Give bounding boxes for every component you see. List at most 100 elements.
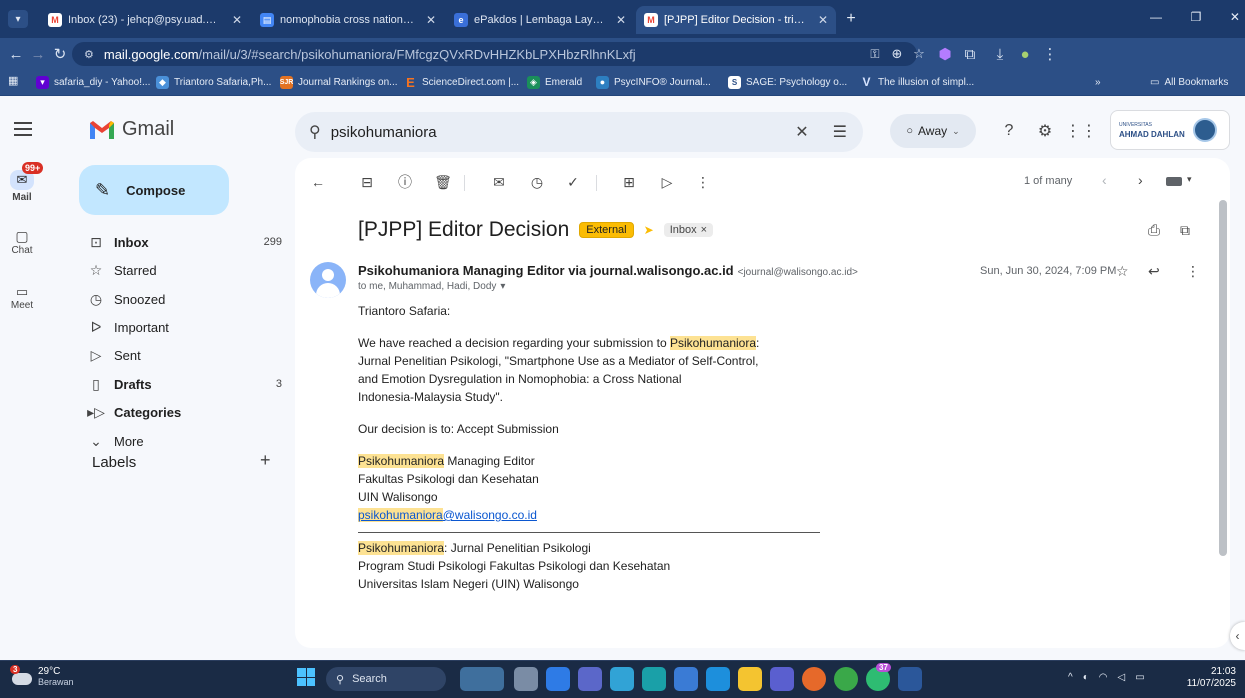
chrome-canary-icon[interactable] [802, 667, 826, 691]
back-to-search-icon[interactable]: ← [307, 171, 329, 193]
status-button[interactable]: ○ Away ⌄ [890, 114, 976, 148]
tab-search-button[interactable]: ▾ [8, 10, 28, 28]
clock[interactable]: 21:03 11/07/2025 [1178, 666, 1236, 690]
tab-close-icon[interactable]: ✕ [232, 13, 242, 27]
reply-icon[interactable]: ↩ [1148, 263, 1160, 280]
widgets-icon[interactable] [460, 667, 504, 691]
tab-editor-decision[interactable]: M [PJPP] Editor Decision - trianto ✕ [636, 6, 836, 34]
tab-close-icon[interactable]: ✕ [616, 13, 626, 27]
gmail-logo[interactable]: Gmail [88, 118, 174, 141]
clear-search-icon[interactable]: ✕ [795, 122, 808, 142]
tab-close-icon[interactable]: ✕ [426, 13, 436, 27]
new-tab-button[interactable]: + [842, 10, 860, 28]
back-icon[interactable]: ← [6, 44, 26, 64]
tray-app-icon[interactable]: ◐ [1083, 672, 1089, 683]
bookmark-sciencedirect[interactable]: E ScienceDirect.com |... [404, 73, 519, 91]
battery-icon[interactable]: ▭ [1135, 672, 1144, 683]
important-marker-icon[interactable]: ➤ [644, 223, 654, 237]
apps-grid-icon[interactable]: ▦ [8, 74, 18, 87]
star-icon[interactable]: ☆ [1116, 263, 1129, 280]
chrome-icon[interactable]: 37 [866, 663, 891, 691]
rail-mail[interactable]: ✉ 99+ Mail [0, 162, 44, 203]
weather-widget[interactable]: 3 29°C Berawan [10, 665, 74, 688]
minimize-icon[interactable]: — [1150, 10, 1162, 28]
delete-icon[interactable]: 🗑 [432, 171, 454, 193]
main-menu-icon[interactable] [12, 118, 34, 140]
word-icon[interactable] [898, 667, 922, 691]
nav-drafts[interactable]: ▯ Drafts 3 [78, 370, 288, 398]
wifi-icon[interactable]: ◠ [1099, 672, 1108, 683]
avatar[interactable] [1192, 118, 1217, 142]
viber-icon[interactable] [770, 667, 794, 691]
profile-icon[interactable]: ● [1015, 44, 1035, 64]
bookmark-star-icon[interactable]: ☆ [909, 44, 929, 64]
bookmarks-overflow-icon[interactable]: » [1095, 73, 1101, 91]
tab-nomophobia[interactable]: ▤ nomophobia cross national stu ✕ [252, 6, 444, 34]
nav-sent[interactable]: ▷ Sent [78, 341, 288, 369]
address-bar[interactable]: ⚙ mail.google.com/mail/u/3/#search/psiko… [72, 42, 917, 66]
rail-meet[interactable]: ▭ Meet [0, 284, 44, 311]
restore-icon[interactable]: ❐ [1191, 10, 1202, 28]
signature-email-link[interactable]: psikohumaniora@walisongo.co.id [358, 508, 537, 522]
open-new-window-icon[interactable]: ⧉ [1180, 222, 1190, 239]
extension-icon[interactable]: ⬢ [935, 44, 955, 64]
nav-more[interactable]: ⌄ More [78, 427, 288, 455]
sender-avatar[interactable] [310, 262, 346, 298]
help-icon[interactable]: ? [996, 118, 1022, 144]
recipients-line[interactable]: to me, Muhammad, Hadi, Dody ▾ [358, 281, 505, 292]
more-options-icon[interactable]: ⋮ [1186, 263, 1200, 280]
chrome-dev-icon[interactable] [834, 667, 858, 691]
close-window-icon[interactable]: ✕ [1230, 10, 1240, 28]
mark-unread-icon[interactable]: ✉ [488, 171, 510, 193]
print-icon[interactable]: ⎙ [1148, 222, 1160, 239]
search-input[interactable]: psikohumaniora [331, 124, 786, 141]
download-icon[interactable]: ⤓ [990, 44, 1010, 64]
nav-categories[interactable]: ▸▷ Categories [78, 398, 288, 426]
reload-icon[interactable]: ↻ [50, 44, 70, 64]
input-tools-icon[interactable] [1166, 177, 1182, 186]
chevron-down-icon[interactable]: ▾ [1187, 174, 1192, 185]
teams-icon[interactable] [578, 667, 602, 691]
copilot-icon[interactable] [546, 667, 570, 691]
newer-icon[interactable]: ‹ [1102, 172, 1107, 188]
add-to-tasks-icon[interactable]: ✓ [562, 171, 584, 193]
bookmark-sage[interactable]: S SAGE: Psychology o... [728, 73, 847, 91]
store-icon[interactable] [674, 667, 698, 691]
password-key-icon[interactable]: ⚿ [865, 44, 885, 64]
site-info-icon[interactable]: ⚙ [84, 48, 94, 61]
rail-chat[interactable]: ▢ Chat [0, 228, 44, 256]
snooze-icon[interactable]: ◷ [526, 171, 548, 193]
bookmark-emerald[interactable]: ◈ Emerald [527, 73, 582, 91]
bookmark-psycinfo[interactable]: ● PsycINFO® Journal... [596, 73, 711, 91]
report-spam-icon[interactable]: ⓘ [394, 171, 416, 193]
nav-important[interactable]: ᐅ Important [78, 313, 288, 341]
tab-epakdos[interactable]: e ePakdos | Lembaga Layanan Pe ✕ [446, 6, 634, 34]
nav-inbox[interactable]: ⊡ Inbox 299 [78, 228, 288, 256]
tab-close-icon[interactable]: ✕ [818, 13, 828, 27]
search-bar[interactable]: ⚲ psikohumaniora ✕ ☰ [295, 112, 863, 152]
settings-gear-icon[interactable]: ⚙ [1032, 118, 1058, 144]
edge-icon[interactable] [642, 667, 666, 691]
bookmark-yahoo[interactable]: ▾ safaria_diy - Yahoo!... [36, 73, 150, 91]
compose-button[interactable]: ✎ Compose [79, 165, 229, 215]
bookmark-illusion[interactable]: V The illusion of simpl... [860, 73, 974, 91]
nav-snoozed[interactable]: ◷ Snoozed [78, 285, 288, 313]
older-icon[interactable]: › [1138, 172, 1143, 188]
browser-menu-icon[interactable]: ⋮ [1040, 44, 1060, 64]
zoom-icon[interactable]: ⊕ [887, 44, 907, 64]
all-bookmarks[interactable]: ▭ All Bookmarks [1150, 73, 1228, 91]
add-label-icon[interactable]: + [260, 450, 271, 471]
org-account-badge[interactable]: UNIVERSITAS AHMAD DAHLAN [1110, 110, 1230, 150]
bookmark-triantoro[interactable]: ◆ Triantoro Safaria,Ph... [156, 73, 271, 91]
remove-label-icon[interactable]: × [701, 224, 707, 236]
google-apps-icon[interactable]: ⋮⋮ [1065, 118, 1097, 144]
search-options-icon[interactable]: ☰ [833, 122, 847, 142]
extensions-puzzle-icon[interactable]: ⧉ [960, 44, 980, 64]
search-icon[interactable]: ⚲ [309, 122, 321, 142]
archive-icon[interactable]: ⊟ [356, 171, 378, 193]
scrollbar-thumb[interactable] [1219, 200, 1227, 556]
sender-name[interactable]: Psikohumaniora Managing Editor via journ… [358, 263, 734, 278]
settings-app-icon[interactable] [610, 667, 634, 691]
more-actions-icon[interactable]: ⋮ [692, 171, 714, 193]
bookmark-journal-rankings[interactable]: SJR Journal Rankings on... [280, 73, 398, 91]
